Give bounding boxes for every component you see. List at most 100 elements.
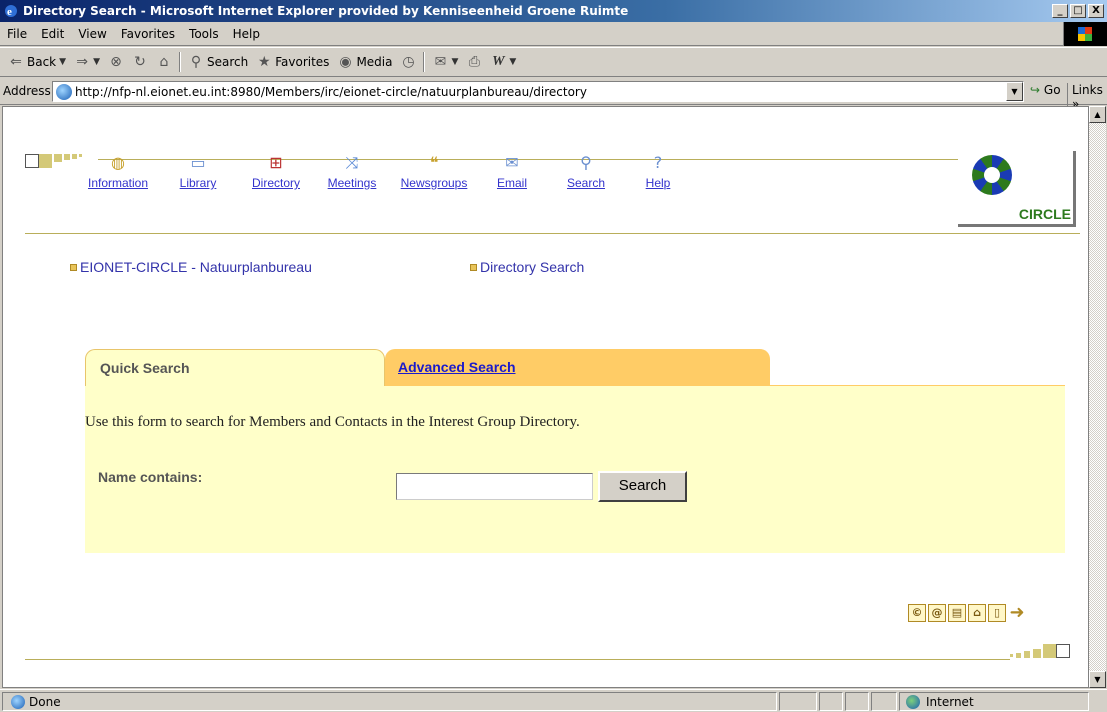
favorites-toolbar-label: Favorites — [275, 55, 330, 69]
mail-icon: ✉ — [434, 54, 447, 70]
circle-logo-text: CIRCLE — [1018, 206, 1071, 222]
close-button[interactable]: X — [1088, 4, 1104, 18]
breadcrumb-group[interactable]: EIONET-CIRCLE - Natuurplanbureau — [70, 259, 312, 275]
nav-help[interactable]: ? Help — [628, 152, 688, 190]
nav-directory-link[interactable]: Directory — [252, 176, 300, 190]
breadcrumb-group-label[interactable]: EIONET-CIRCLE - Natuurplanbureau — [80, 259, 312, 275]
tab-advanced-search-link[interactable]: Advanced Search — [398, 359, 516, 375]
address-bar: Address http://nfp-nl.eionet.eu.int:8980… — [0, 78, 1107, 111]
menu-edit[interactable]: Edit — [34, 27, 71, 41]
address-dropdown-icon[interactable]: ▼ — [1006, 82, 1023, 101]
search-button[interactable]: Search — [598, 471, 687, 502]
ie-logo-icon: e — [5, 5, 17, 18]
back-dropdown-icon[interactable]: ▼ — [59, 57, 66, 67]
back-arrow-icon: ⇐ — [10, 54, 22, 70]
minimize-button[interactable]: _ — [1052, 4, 1068, 18]
status-bar: Done Internet — [0, 689, 1107, 712]
app-navigation: ◍ Information ▭ Library ⊞ Directory ⤨ Me… — [76, 152, 688, 190]
menu-file[interactable]: File — [0, 27, 34, 41]
nav-email[interactable]: ✉ Email — [480, 152, 544, 190]
go-label: Go — [1043, 83, 1061, 97]
nav-meetings-link[interactable]: Meetings — [328, 176, 377, 190]
document-icon[interactable]: ▯ — [988, 604, 1006, 622]
refresh-icon: ↻ — [134, 54, 146, 70]
nav-newsgroups-link[interactable]: Newsgroups — [401, 176, 468, 190]
mail-button[interactable]: ✉ ▼ — [428, 50, 462, 74]
edit-button[interactable]: W ▼ — [486, 50, 520, 74]
title-bar: e Directory Search - Microsoft Internet … — [0, 0, 1107, 22]
forward-arrow-icon: ⇒ — [76, 54, 88, 70]
address-input[interactable]: http://nfp-nl.eionet.eu.int:8980/Members… — [52, 81, 1024, 102]
menu-view[interactable]: View — [71, 27, 113, 41]
nav-library[interactable]: ▭ Library — [160, 152, 236, 190]
breadcrumb-page[interactable]: Directory Search — [470, 259, 584, 275]
nav-meetings[interactable]: ⤨ Meetings — [316, 152, 388, 190]
media-toolbar-button[interactable]: ◉ Media — [333, 50, 396, 74]
nav-search[interactable]: ⚲ Search — [544, 152, 628, 190]
address-url[interactable]: http://nfp-nl.eionet.eu.int:8980/Members… — [75, 85, 587, 99]
circle-logo[interactable]: CIRCLE — [958, 151, 1076, 227]
go-button[interactable]: ↪ Go — [1030, 83, 1061, 97]
scroll-down-icon[interactable]: ▼ — [1089, 671, 1106, 688]
search-toolbar-button[interactable]: ⚲ Search — [184, 50, 252, 74]
breadcrumb-page-label[interactable]: Directory Search — [480, 259, 584, 275]
nav-newsgroups[interactable]: ❝ Newsgroups — [388, 152, 480, 190]
circle-star-icon — [972, 155, 1012, 195]
print-button[interactable]: ⎙ — [462, 50, 486, 74]
scroll-up-icon[interactable]: ▲ — [1089, 106, 1106, 123]
nav-help-link[interactable]: Help — [646, 176, 671, 190]
header-rule-bottom — [25, 233, 1080, 234]
nav-directory[interactable]: ⊞ Directory — [236, 152, 316, 190]
maximize-button[interactable]: □ — [1070, 4, 1086, 18]
tab-quick-search[interactable]: Quick Search — [85, 349, 385, 387]
search-icon: ⚲ — [190, 54, 202, 70]
search-toolbar-label: Search — [206, 55, 249, 69]
stop-icon: ⊗ — [110, 54, 122, 70]
stop-button[interactable]: ⊗ — [104, 50, 128, 74]
menu-help[interactable]: Help — [226, 27, 267, 41]
status-cell — [845, 692, 869, 711]
internet-globe-icon — [906, 694, 920, 709]
menu-favorites[interactable]: Favorites — [114, 27, 182, 41]
vertical-scrollbar[interactable]: ▲ ▼ — [1089, 106, 1106, 688]
logout-arrow-icon[interactable]: ➜ — [1008, 604, 1026, 622]
nav-information[interactable]: ◍ Information — [76, 152, 160, 190]
history-button[interactable]: ◷ — [396, 50, 420, 74]
nav-email-link[interactable]: Email — [497, 176, 527, 190]
media-icon: ◉ — [339, 54, 352, 70]
links-label: Links — [1072, 83, 1103, 97]
contact-at-icon[interactable]: @ — [928, 604, 946, 622]
favorites-toolbar-button[interactable]: ★ Favorites — [252, 50, 333, 74]
name-search-input[interactable] — [396, 473, 593, 500]
home-page-icon[interactable]: ⌂ — [968, 604, 986, 622]
nav-information-link[interactable]: Information — [88, 176, 148, 190]
forward-dropdown-icon[interactable]: ▼ — [93, 57, 100, 67]
menu-tools[interactable]: Tools — [182, 27, 226, 41]
decorative-squares-bottom-icon — [1010, 644, 1070, 658]
tab-advanced-search[interactable]: Advanced Search — [385, 349, 770, 386]
notes-icon[interactable]: ▤ — [948, 604, 966, 622]
page-done-icon — [11, 694, 25, 709]
print-icon: ⎙ — [468, 54, 480, 70]
media-toolbar-label: Media — [356, 55, 393, 69]
question-icon: ? — [653, 153, 663, 172]
refresh-button[interactable]: ↻ — [128, 50, 152, 74]
home-button[interactable]: ⌂ — [152, 50, 176, 74]
toolbar-separator — [423, 52, 426, 72]
copyright-icon[interactable]: © — [908, 604, 926, 622]
back-button[interactable]: ⇐ Back ▼ — [4, 50, 70, 74]
newsgroups-icon: ❝ — [429, 153, 439, 172]
status-cell — [779, 692, 817, 711]
footer-rule — [25, 659, 1010, 660]
go-arrow-icon: ↪ — [1030, 83, 1041, 97]
nav-search-link[interactable]: Search — [567, 176, 605, 190]
address-label: Address — [3, 84, 51, 98]
form-description: Use this form to search for Members and … — [85, 414, 580, 430]
edit-dropdown-icon[interactable]: ▼ — [509, 57, 516, 67]
mail-dropdown-icon[interactable]: ▼ — [451, 57, 458, 67]
status-cell — [819, 692, 843, 711]
bullet-icon — [470, 263, 477, 271]
forward-button[interactable]: ⇒ ▼ — [70, 50, 104, 74]
bullet-icon — [70, 263, 77, 271]
nav-library-link[interactable]: Library — [180, 176, 217, 190]
